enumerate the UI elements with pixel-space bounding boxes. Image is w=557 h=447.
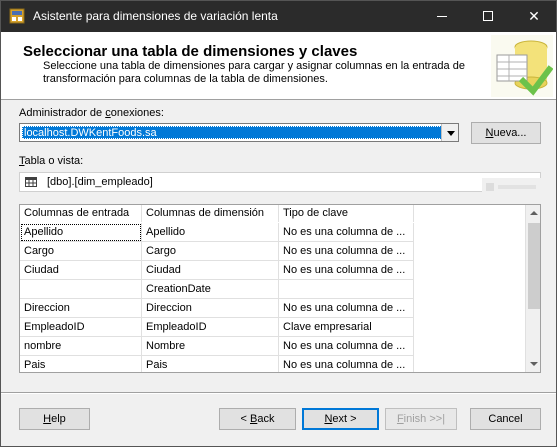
app-icon — [9, 8, 25, 24]
page-description: Seleccione una tabla de dimensiones para… — [43, 60, 465, 85]
input-column-cell[interactable] — [20, 280, 142, 299]
key-type-cell[interactable]: No es una columna de ... — [279, 337, 414, 356]
key-type-cell[interactable]: Clave empresarial — [279, 318, 414, 337]
dimension-column-cell[interactable]: Apellido — [142, 223, 279, 242]
table-row[interactable]: nombre Nombre No es una columna de ... — [20, 337, 415, 356]
input-column-cell[interactable]: Apellido — [20, 223, 142, 242]
key-type-cell[interactable]: No es una columna de ... — [279, 223, 414, 242]
page-title: Seleccionar una tabla de dimensiones y c… — [23, 43, 358, 60]
grid-vertical-scrollbar[interactable] — [525, 205, 540, 372]
dimension-column-cell[interactable]: Nombre — [142, 337, 279, 356]
key-type-cell[interactable]: No es una columna de ... — [279, 242, 414, 261]
maximize-button[interactable] — [465, 1, 511, 32]
key-type-cell[interactable]: No es una columna de ... — [279, 261, 414, 280]
input-column-cell[interactable]: Pais — [20, 356, 142, 372]
wizard-header: Seleccionar una tabla de dimensiones y c… — [1, 32, 556, 100]
dimension-column-cell[interactable]: CreationDate — [142, 280, 279, 299]
dimension-column-cell[interactable]: EmpleadoID — [142, 318, 279, 337]
scroll-down-arrow-icon[interactable] — [526, 356, 540, 372]
input-column-cell[interactable]: Direccion — [20, 299, 142, 318]
input-column-cell[interactable]: EmpleadoID — [20, 318, 142, 337]
table-icon — [25, 177, 37, 187]
new-connection-button[interactable]: Nueva... — [471, 122, 541, 144]
table-view-value: [dbo].[dim_empleado] — [47, 176, 153, 188]
grid-header: Columnas de entrada Columnas de dimensió… — [20, 205, 525, 222]
connection-manager-value: localhost.DWKentFoods.sa — [22, 126, 442, 139]
table-row[interactable]: Direccion Direccion No es una columna de .… — [20, 299, 415, 318]
cancel-button[interactable]: Cancel — [470, 408, 541, 430]
input-column-cell[interactable]: Cargo — [20, 242, 142, 261]
column-mapping-grid[interactable]: Columnas de entrada Columnas de dimensió… — [19, 204, 541, 373]
back-button[interactable]: < Back — [219, 408, 296, 430]
table-row[interactable]: EmpleadoID EmpleadoID Clave empresarial — [20, 318, 415, 337]
close-button[interactable]: ✕ — [511, 1, 557, 32]
key-type-cell[interactable] — [279, 280, 414, 299]
minimize-icon — [437, 16, 447, 17]
connection-manager-label: Administrador de conexiones: — [19, 107, 164, 119]
key-type-cell[interactable]: No es una columna de ... — [279, 299, 414, 318]
table-view-select[interactable]: [dbo].[dim_empleado] — [19, 172, 541, 192]
help-button[interactable]: Help — [19, 408, 90, 430]
connection-manager-select[interactable]: localhost.DWKentFoods.sa — [19, 123, 459, 142]
scroll-thumb[interactable] — [528, 223, 540, 309]
header-input-columns[interactable]: Columnas de entrada — [20, 205, 142, 222]
header-dimension-columns[interactable]: Columnas de dimensión — [142, 205, 279, 222]
close-icon: ✕ — [528, 8, 540, 24]
minimize-button[interactable] — [419, 1, 465, 32]
table-row[interactable]: Cargo Cargo No es una columna de ... — [20, 242, 415, 261]
table-view-label: Tabla o vista: — [19, 155, 84, 167]
dimension-column-cell[interactable]: Direccion — [142, 299, 279, 318]
wizard-window: Asistente para dimensiones de variación … — [0, 0, 557, 447]
table-row[interactable]: CreationDate — [20, 280, 415, 299]
maximize-icon — [483, 11, 493, 21]
table-row[interactable]: Apellido Apellido No es una columna de ... — [20, 223, 415, 242]
table-row[interactable]: Pais Pais No es una columna de ... — [20, 356, 415, 372]
scroll-up-arrow-icon[interactable] — [526, 205, 540, 221]
dimension-column-cell[interactable]: Ciudad — [142, 261, 279, 280]
faded-artifact — [482, 178, 542, 196]
window-title: Asistente para dimensiones de variación … — [33, 9, 278, 23]
chevron-down-icon[interactable] — [441, 124, 458, 141]
input-column-cell[interactable]: nombre — [20, 337, 142, 356]
table-row[interactable]: Ciudad Ciudad No es una columna de ... — [20, 261, 415, 280]
key-type-cell[interactable]: No es una columna de ... — [279, 356, 414, 372]
dimension-table-icon — [491, 35, 553, 97]
finish-button[interactable]: Finish >>| — [385, 408, 457, 430]
input-column-cell[interactable]: Ciudad — [20, 261, 142, 280]
dimension-column-cell[interactable]: Cargo — [142, 242, 279, 261]
header-key-type[interactable]: Tipo de clave — [279, 205, 414, 222]
title-bar[interactable]: Asistente para dimensiones de variación … — [1, 1, 556, 32]
dimension-column-cell[interactable]: Pais — [142, 356, 279, 372]
next-button[interactable]: Next > — [302, 408, 379, 430]
footer-divider-highlight — [1, 393, 556, 394]
